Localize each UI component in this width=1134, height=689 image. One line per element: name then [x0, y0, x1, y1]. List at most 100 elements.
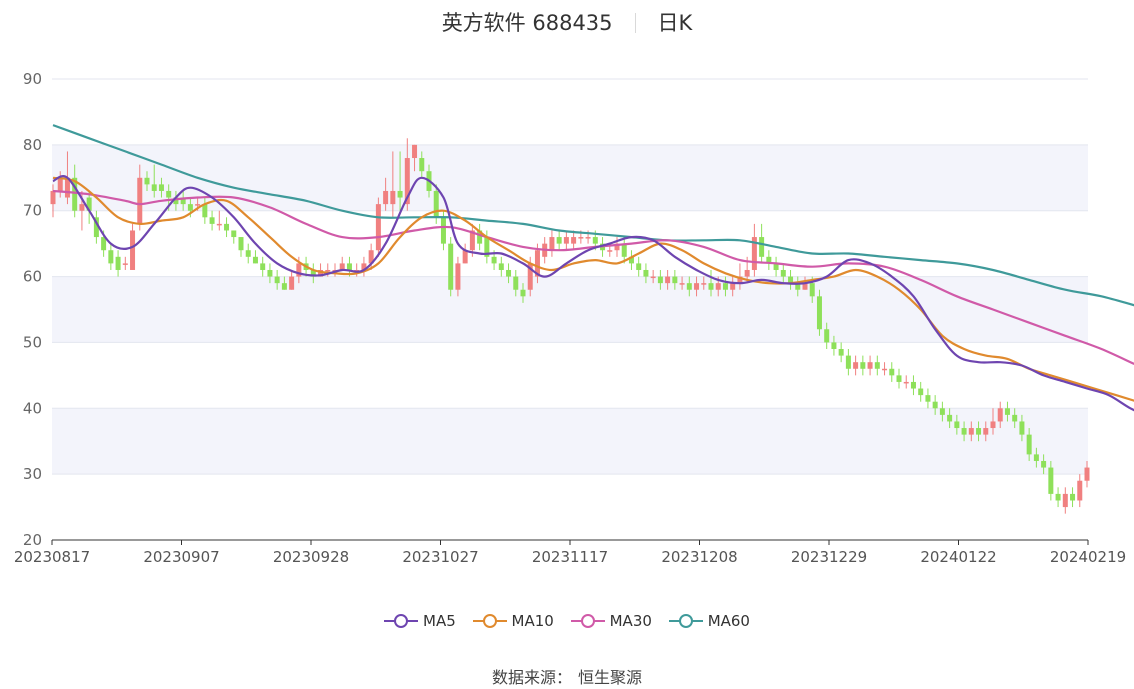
legend-item-ma30[interactable]: MA30: [570, 612, 652, 630]
candle-body: [57, 177, 63, 191]
candle-body: [1012, 414, 1018, 422]
candle-body: [390, 190, 396, 205]
candle-body: [115, 256, 121, 270]
candle: [289, 269, 295, 290]
x-tick-label: 20231229: [791, 548, 867, 566]
candle: [903, 375, 909, 389]
candle-body: [224, 223, 230, 231]
x-tick-label: 20240219: [1050, 548, 1126, 566]
candle-body: [636, 263, 642, 270]
legend-item-ma10[interactable]: MA10: [472, 612, 554, 630]
candle: [766, 250, 772, 270]
x-tick-label: 20231117: [532, 548, 608, 566]
y-tick-label: 40: [23, 399, 42, 417]
candle-body: [50, 190, 56, 205]
candle-body: [816, 296, 822, 330]
candle: [115, 250, 121, 277]
candle: [339, 256, 345, 270]
candle-body: [882, 368, 888, 371]
candle-body: [1019, 421, 1025, 435]
candle-body: [1026, 434, 1032, 455]
candle-body: [708, 283, 714, 290]
candle-body: [954, 421, 960, 429]
candle: [252, 250, 258, 264]
candle-body: [1077, 480, 1083, 501]
candle-body: [151, 184, 157, 191]
candle-body: [730, 283, 736, 290]
candle-body: [896, 375, 902, 382]
candle-body: [513, 276, 519, 290]
candle-body: [831, 342, 837, 350]
candle-body: [346, 263, 352, 270]
x-tick-label: 20230907: [143, 548, 219, 566]
y-tick-label: 50: [23, 333, 42, 351]
candle-body: [853, 362, 859, 369]
candle: [882, 362, 888, 376]
candle-body: [267, 269, 273, 277]
candle: [216, 210, 222, 231]
candle-body: [455, 263, 461, 290]
candle-body: [289, 276, 295, 290]
candle: [1070, 487, 1076, 508]
candle-body: [419, 158, 425, 172]
candle: [498, 256, 504, 277]
candle: [260, 256, 266, 277]
candle-body: [1070, 493, 1076, 501]
candle-body: [874, 362, 880, 369]
candle: [918, 381, 924, 402]
candle-body: [448, 243, 454, 290]
candle-body: [397, 190, 403, 198]
candle-body: [79, 204, 85, 211]
x-tick-label: 20230817: [14, 548, 90, 566]
legend-item-ma60[interactable]: MA60: [668, 612, 750, 630]
legend-swatch-ma5: [384, 613, 418, 629]
candle-body: [961, 428, 967, 435]
candle-body: [108, 250, 114, 264]
candle-body: [997, 408, 1003, 422]
candle-body: [976, 428, 982, 435]
candle: [245, 243, 251, 264]
candle-body: [433, 190, 439, 218]
candle-body: [694, 283, 700, 290]
candle-body: [549, 237, 555, 251]
candle-body: [231, 230, 237, 238]
candle-body: [968, 428, 974, 435]
candle: [896, 368, 902, 389]
candle-body: [679, 283, 685, 285]
legend-swatch-ma10: [472, 613, 507, 629]
candle: [925, 388, 931, 409]
candle: [838, 342, 844, 363]
candle-body: [166, 190, 172, 198]
y-tick-label: 80: [23, 136, 42, 154]
candle-body: [578, 237, 584, 239]
candle-body: [158, 184, 164, 191]
candle: [332, 263, 338, 277]
candle-body: [274, 276, 280, 284]
legend-label-ma60: MA60: [707, 612, 750, 630]
kline-chart: 20 30 40 50 60 70 80 90 20230817 20230907 2023092…: [14, 70, 1134, 566]
legend-item-ma5[interactable]: MA5: [384, 612, 456, 630]
candle-body: [585, 237, 591, 239]
candle-body: [260, 263, 266, 270]
grid-band: [52, 276, 1088, 343]
chart-legend: MA5 MA10 MA30 MA60: [0, 612, 1134, 633]
source-label: 数据来源：: [491, 668, 572, 687]
candle-body: [130, 230, 136, 270]
candle-body: [889, 368, 895, 376]
candle-body: [845, 355, 851, 369]
candle-body: [838, 349, 844, 356]
candle-body: [722, 283, 728, 290]
candle: [636, 256, 642, 277]
y-tick-label: 60: [23, 268, 42, 286]
legend-swatch-ma60: [668, 613, 703, 629]
candle-body: [903, 381, 909, 384]
candle-body: [686, 283, 692, 290]
candle-body: [867, 362, 873, 369]
candle-body: [701, 283, 707, 285]
candle: [845, 349, 851, 376]
candle-body: [325, 269, 331, 272]
candle-body: [195, 204, 201, 206]
x-tick-label: 20240122: [920, 548, 996, 566]
candle-body: [122, 263, 128, 265]
candle-body: [440, 217, 446, 244]
